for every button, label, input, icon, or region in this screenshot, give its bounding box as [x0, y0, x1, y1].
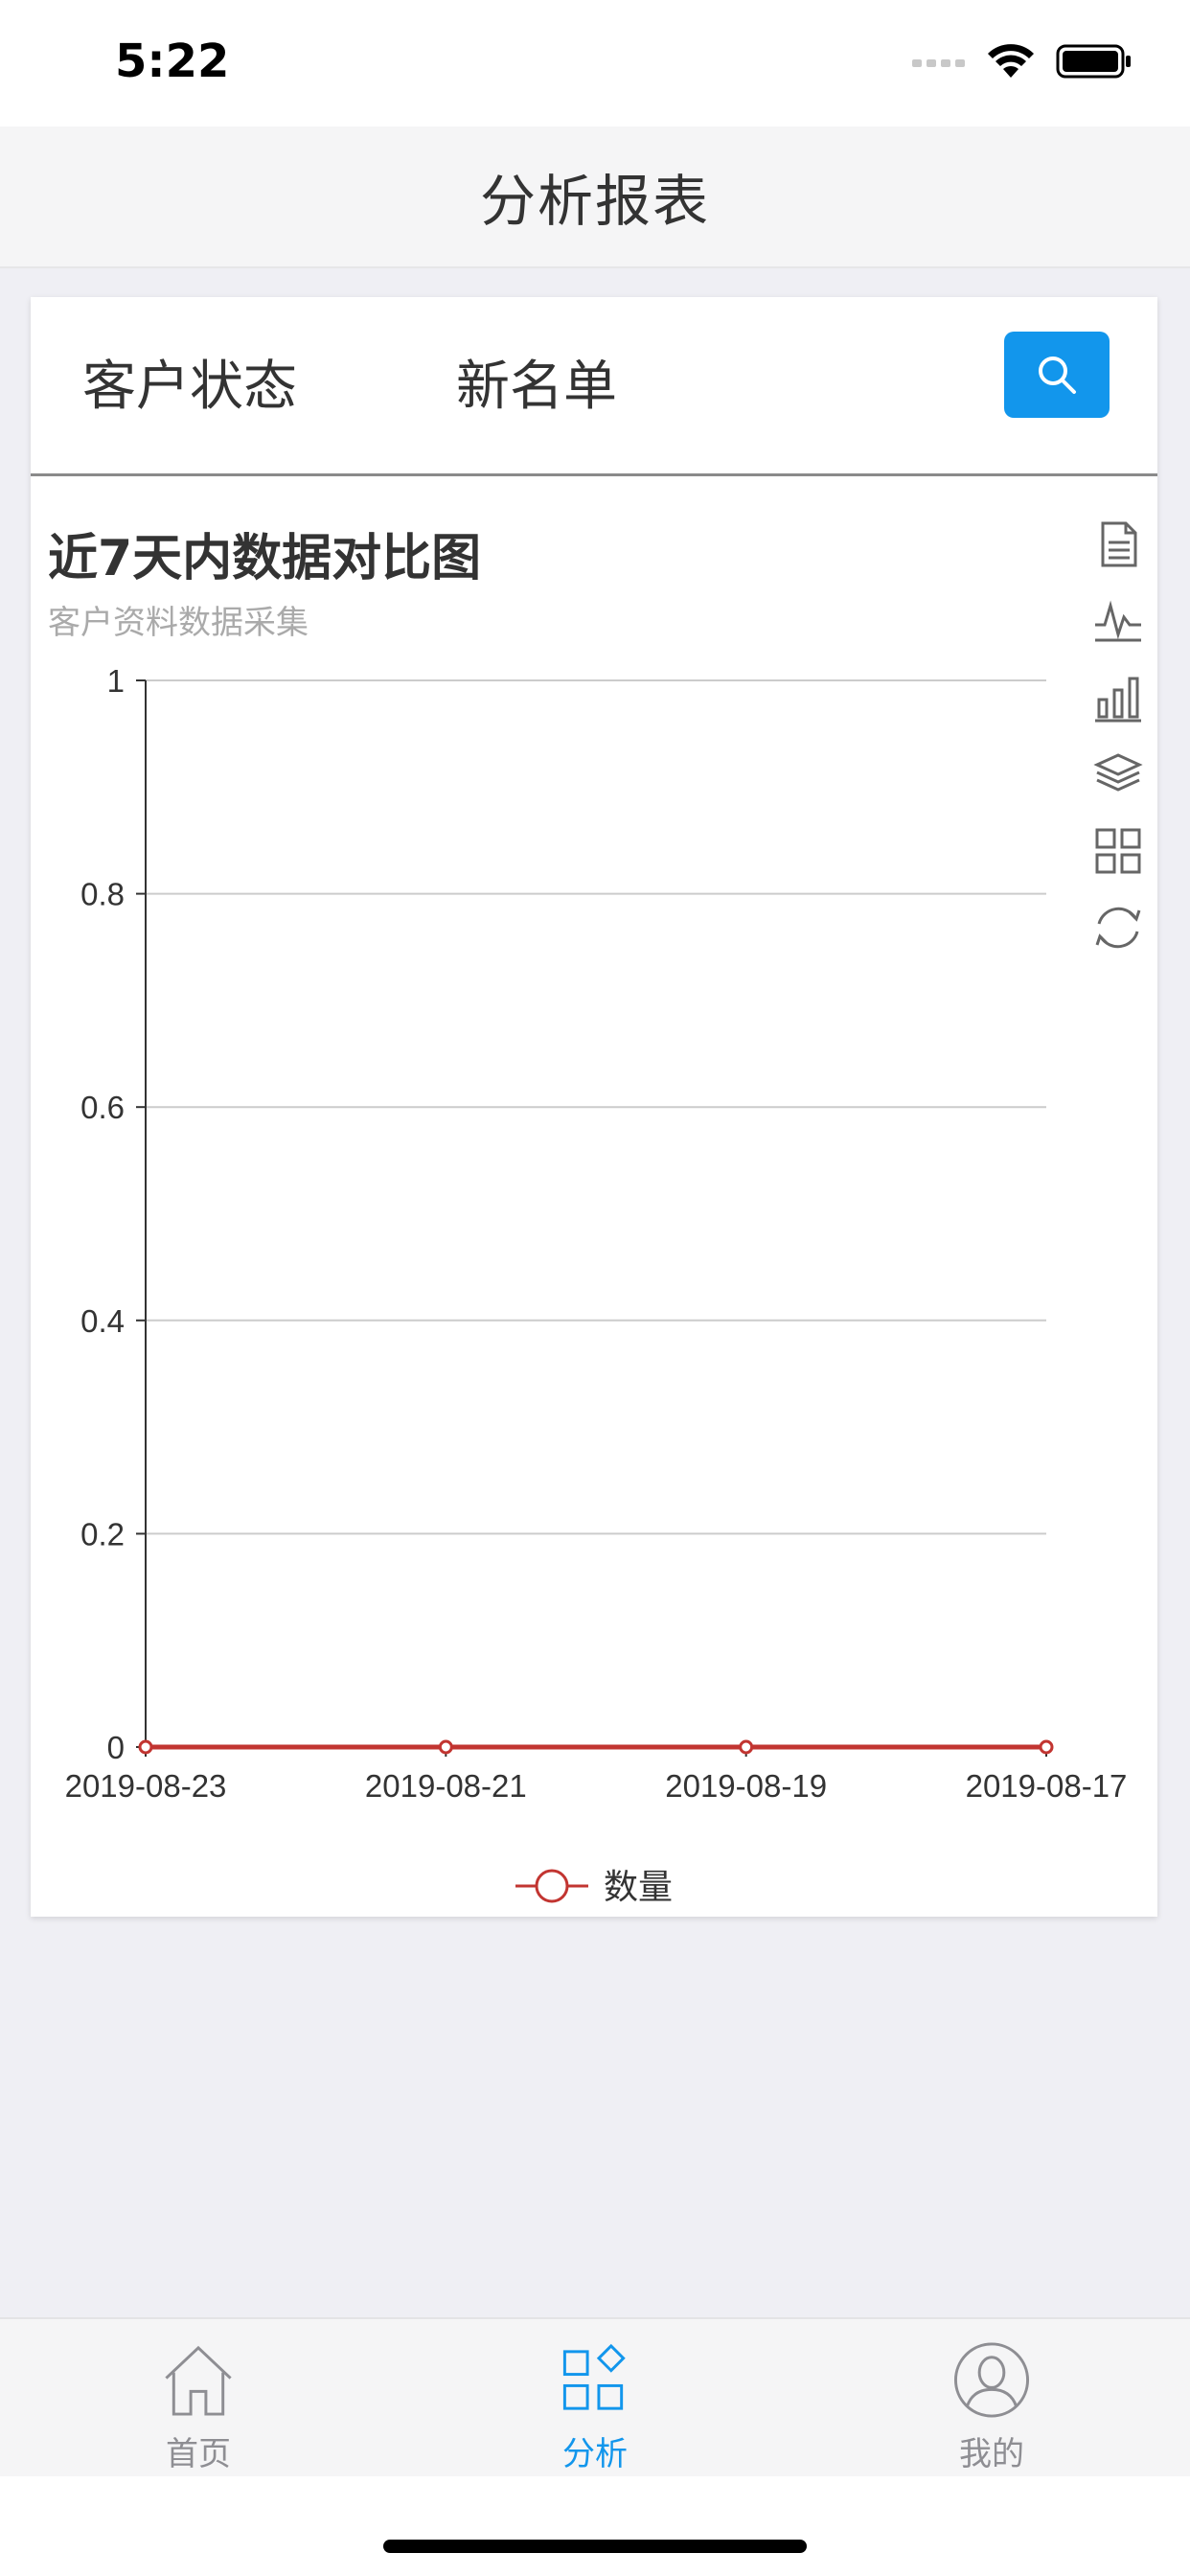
data-point[interactable]: [739, 1739, 754, 1755]
home-indicator: [383, 2540, 807, 2553]
status-time: 5:22: [115, 34, 230, 88]
bottom-tab-bar: 首页 分析 我的: [0, 2317, 1190, 2478]
status-icons: [912, 42, 1133, 80]
home-indicator-area: [0, 2476, 1190, 2576]
y-tick-label: 1: [107, 663, 125, 699]
y-tick-label: 0.8: [80, 877, 125, 912]
page-title: 分析报表: [479, 169, 710, 234]
x-tick-label: 2019-08-17: [966, 1768, 1128, 1804]
home-icon: [165, 2345, 232, 2416]
line-chart: 0 0.2 0.4 0.6 0.8 1 2019-08-23 2019-08-21 2019-0…: [65, 663, 1128, 1906]
status-bar: 5:22: [0, 0, 1190, 126]
legend-label[interactable]: 数量: [604, 1867, 673, 1906]
x-tick-label: 2019-08-23: [65, 1768, 227, 1804]
signal-icon: [912, 59, 965, 67]
tabbar-item-analysis[interactable]: 分析: [499, 2340, 691, 2474]
data-point[interactable]: [438, 1739, 453, 1755]
x-tick-label: 2019-08-21: [365, 1768, 527, 1804]
tabbar-label-analysis: 分析: [562, 2435, 628, 2473]
wifi-icon: [988, 44, 1034, 78]
legend-marker[interactable]: [535, 1869, 569, 1903]
tabbar-item-home[interactable]: 首页: [103, 2340, 294, 2474]
data-point[interactable]: [1039, 1739, 1054, 1755]
tabbar-item-profile[interactable]: 我的: [896, 2340, 1087, 2474]
y-tick-label: 0: [107, 1730, 125, 1765]
battery-icon: [1056, 44, 1131, 79]
data-point[interactable]: [138, 1739, 153, 1755]
analysis-icon: [562, 2343, 626, 2410]
y-tick-label: 0.6: [80, 1090, 125, 1125]
profile-icon: [953, 2342, 1030, 2418]
y-tick-label: 0.4: [80, 1303, 125, 1339]
report-card: 客户状态 新名单 近7天内数据对比图 客户资料数据采集 0 0.2 0.4 0.…: [31, 297, 1157, 1917]
tabbar-label-home: 首页: [166, 2435, 231, 2473]
y-tick-label: 0.2: [80, 1516, 125, 1552]
nav-bar: 分析报表: [0, 126, 1190, 268]
x-tick-label: 2019-08-19: [665, 1768, 827, 1804]
tabbar-label-profile: 我的: [959, 2435, 1024, 2473]
